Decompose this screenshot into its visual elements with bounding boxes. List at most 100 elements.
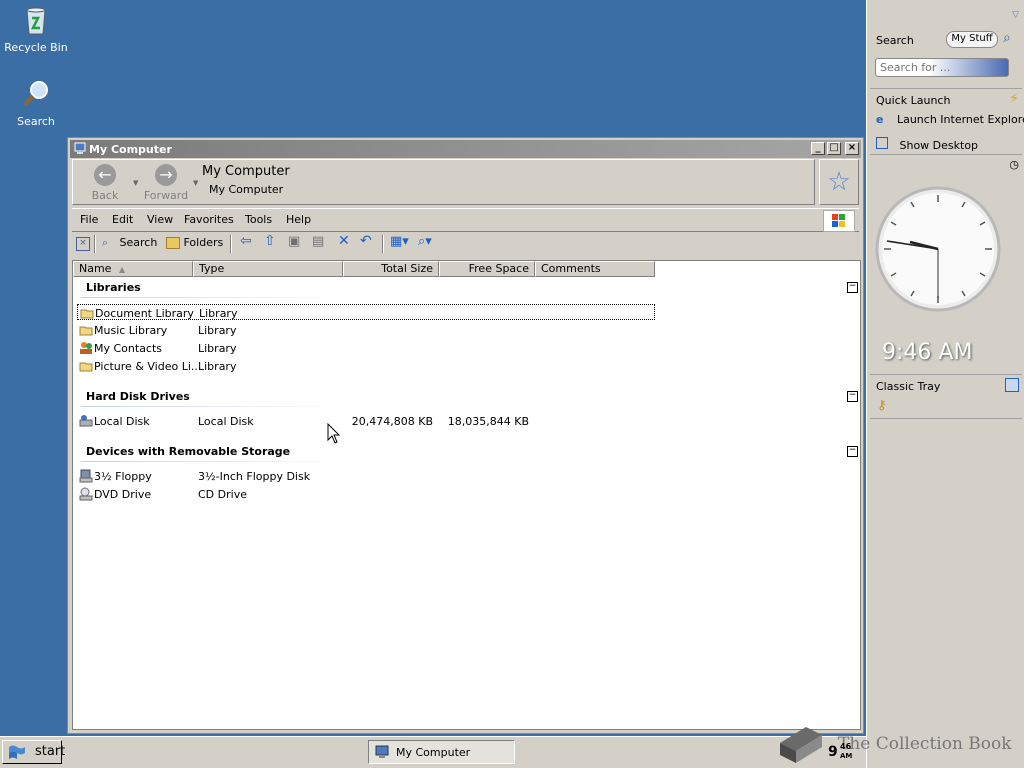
sort-ascending-icon: ▲: [118, 265, 126, 274]
favorites-star-button[interactable]: ☆: [819, 159, 859, 205]
menu-tools[interactable]: Tools: [245, 213, 272, 226]
copy-to-button[interactable]: ▤: [312, 234, 324, 249]
list-item[interactable]: Local Disk Local Disk 20,474,808 KB 18,0…: [77, 413, 637, 429]
search-icon: ⌕: [102, 236, 109, 249]
tray-settings-icon[interactable]: [1005, 378, 1019, 392]
sidebar: ▽ Search My Stuff ⌕ Quick Launch ⚡ e Lau…: [866, 0, 1024, 768]
start-label: start: [35, 744, 66, 759]
forward-arrow-icon: →: [155, 164, 177, 186]
column-header-total-size[interactable]: Total Size: [343, 261, 439, 277]
back-toolbar-button[interactable]: ⇦: [240, 233, 252, 249]
keys-tray-icon[interactable]: ⚷: [877, 398, 887, 413]
menu-file[interactable]: File: [80, 213, 98, 226]
collapse-group-button[interactable]: −: [847, 446, 858, 457]
search-input[interactable]: [875, 58, 1009, 77]
toolbar-separator: [382, 235, 384, 253]
back-label: Back: [91, 189, 119, 202]
window-titlebar[interactable]: My Computer _ □ ×: [70, 140, 861, 158]
sidebar-divider: [870, 154, 1022, 155]
taskbar-button-my-computer[interactable]: My Computer: [368, 740, 515, 764]
folders-icon: [166, 237, 180, 249]
mouse-cursor-icon: [327, 423, 341, 444]
group-header[interactable]: Libraries: [86, 281, 141, 294]
sidebar-divider: [870, 88, 1022, 89]
search-go-icon[interactable]: ⌕: [1003, 30, 1011, 46]
show-desktop-icon: [876, 137, 888, 149]
close-pane-button[interactable]: ×: [76, 237, 90, 251]
book-watermark-icon: [776, 721, 822, 765]
undo-button[interactable]: ↶: [360, 233, 372, 249]
forward-dropdown-icon[interactable]: ▼: [193, 179, 198, 187]
views-button[interactable]: ▦▾: [390, 234, 409, 249]
quick-launch-title: Quick Launch: [876, 94, 951, 107]
desktop-icon-recycle-bin[interactable]: Recycle Bin: [1, 4, 71, 54]
navigation-bar: ← Back ▼ → Forward ▼ My Computer My Comp…: [72, 159, 815, 205]
recycle-bin-icon: [26, 7, 46, 35]
taskbar-clock[interactable]: 9: [828, 744, 838, 760]
search-button[interactable]: ⌕ Search: [102, 236, 157, 250]
column-header-type[interactable]: Type: [193, 261, 343, 277]
toolbar: × ⌕ Search Folders ⇦ ⇧ ▣ ▤ ✕ ↶ ▦▾ ⌕▾: [72, 232, 859, 256]
menu-view[interactable]: View: [147, 213, 173, 226]
column-header-name[interactable]: Name ▲: [73, 261, 193, 277]
close-button[interactable]: ×: [845, 142, 859, 155]
menu-help[interactable]: Help: [286, 213, 311, 226]
up-folder-button[interactable]: ⇧: [264, 233, 276, 249]
folders-button[interactable]: Folders: [166, 236, 223, 249]
internet-explorer-icon: e: [876, 113, 884, 126]
group-divider: [81, 406, 341, 407]
menu-edit[interactable]: Edit: [112, 213, 133, 226]
sidebar-menu-icon[interactable]: ▽: [1012, 10, 1019, 20]
library-icon: [79, 362, 93, 372]
hard-disk-icon: [79, 415, 93, 427]
group-header[interactable]: Hard Disk Drives: [86, 390, 190, 403]
back-arrow-icon: ←: [94, 164, 116, 186]
watermark-text: The Collection Book: [838, 734, 1012, 754]
group-header[interactable]: Devices with Removable Storage: [86, 445, 290, 458]
column-header-comments[interactable]: Comments: [535, 261, 655, 277]
windows-logo-icon: [823, 210, 855, 232]
collapse-group-button[interactable]: −: [847, 282, 858, 293]
sidebar-divider: [870, 374, 1022, 375]
location-title: My Computer: [202, 164, 290, 179]
list-item[interactable]: Document Library Library: [77, 304, 655, 320]
breadcrumb[interactable]: My Computer: [209, 183, 283, 196]
column-header-free-space[interactable]: Free Space: [439, 261, 535, 277]
clock-digital-time: 9:46 AM: [882, 340, 973, 365]
maximize-button[interactable]: □: [827, 142, 841, 155]
back-button[interactable]: ← Back: [85, 164, 125, 202]
menu-bar: File Edit View Favorites Tools Help: [72, 208, 859, 232]
back-dropdown-icon[interactable]: ▼: [133, 179, 138, 187]
dvd-drive-icon: [79, 487, 93, 501]
classic-tray-title: Classic Tray: [876, 380, 941, 393]
menu-favorites[interactable]: Favorites: [184, 213, 234, 226]
quick-launch-item-show-desktop[interactable]: Show Desktop: [876, 137, 978, 152]
analog-clock: [875, 186, 1001, 312]
contacts-icon: [80, 342, 92, 354]
move-to-button[interactable]: ▣: [288, 234, 300, 249]
library-icon: [80, 309, 94, 319]
star-icon: ☆: [827, 167, 851, 197]
delete-button[interactable]: ✕: [338, 233, 350, 249]
clock-settings-icon[interactable]: ◷: [1009, 158, 1019, 171]
taskbar-clock-minutes: 46: [840, 742, 852, 751]
desktop-icon-search[interactable]: Search: [1, 78, 71, 128]
collapse-group-button[interactable]: −: [847, 391, 858, 402]
forward-button[interactable]: → Forward: [143, 164, 189, 202]
window-title: My Computer: [89, 143, 172, 156]
quick-launch-item-ie[interactable]: e Launch Internet Explorer: [876, 113, 1024, 126]
start-button[interactable]: start: [2, 740, 66, 764]
windows-flag-icon: [9, 745, 25, 759]
toolbar-separator: [94, 235, 96, 253]
forward-label: Forward: [143, 189, 189, 202]
lightning-icon: ⚡: [1009, 91, 1019, 107]
search-button-label: Search: [119, 236, 158, 249]
desktop-icon-label: Search: [17, 115, 55, 128]
desktop-icon-label: Recycle Bin: [4, 41, 68, 54]
zoom-button[interactable]: ⌕▾: [418, 234, 432, 249]
floppy-icon: [79, 469, 93, 483]
file-list[interactable]: Name ▲ Type Total Size Free Space Commen…: [72, 260, 861, 730]
minimize-button[interactable]: _: [811, 142, 825, 155]
search-gadget-title: Search: [876, 34, 914, 47]
my-stuff-button[interactable]: My Stuff: [946, 31, 998, 48]
